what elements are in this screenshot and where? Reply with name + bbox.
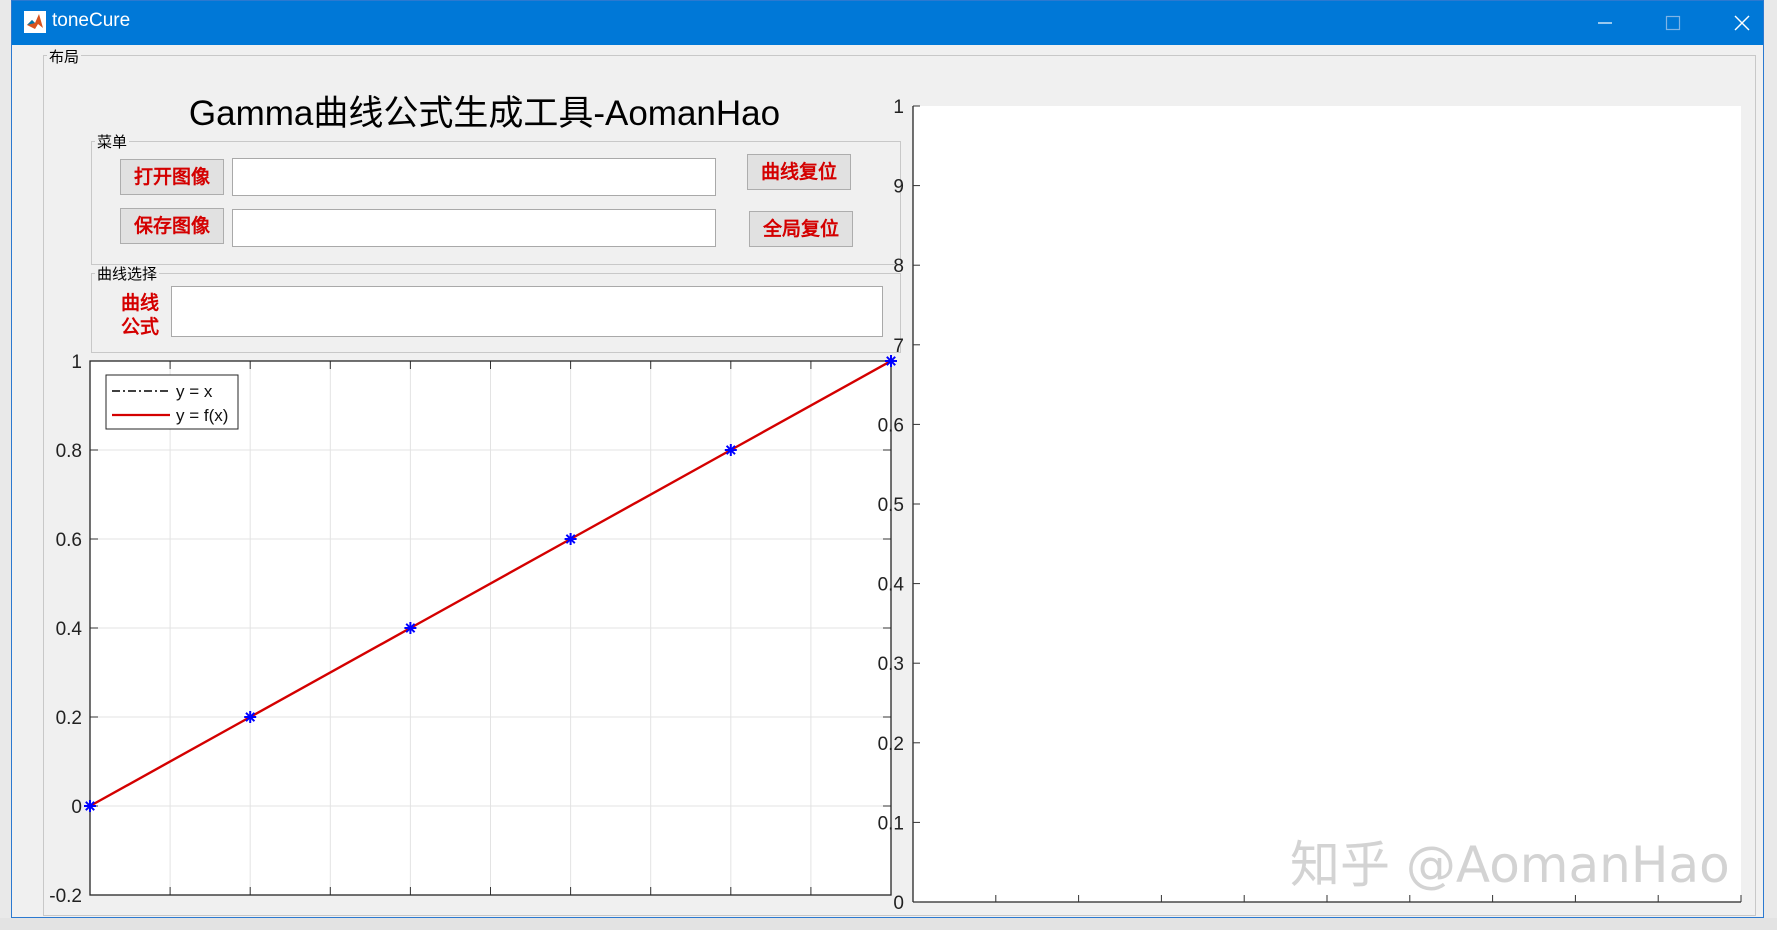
menu-panel-label: 菜单 [95,133,130,151]
save-image-button[interactable]: 保存图像 [120,208,224,244]
formula-input[interactable] [171,286,883,337]
formula-label-line1: 曲线 [120,292,159,314]
close-button[interactable] [1707,1,1777,45]
watermark: 知乎 @AomanHao [1290,836,1730,894]
background-taskbar-edge [0,918,1777,930]
global-reset-button[interactable]: 全局复位 [749,211,853,247]
save-path-field[interactable] [232,209,716,247]
close-icon [1734,15,1750,31]
window-title: toneCure [52,10,131,31]
app-window: toneCure 布局 Gamma曲线公式生成工具-AomanHao 菜单 打开… [11,0,1764,918]
app-title: Gamma曲线公式生成工具-AomanHao [188,94,781,133]
minimize-button[interactable] [1570,1,1640,45]
minimize-icon [1598,22,1612,24]
maximize-icon [1665,15,1681,31]
matlab-icon [24,11,46,33]
formula-label-line2: 公式 [120,316,159,338]
title-bar[interactable]: toneCure [12,1,1763,45]
open-path-field[interactable] [232,158,716,196]
maximize-button[interactable] [1638,1,1708,45]
formula-label: 曲线 公式 [112,291,168,339]
curve-reset-button[interactable]: 曲线复位 [747,154,851,190]
layout-panel-label: 布局 [47,48,82,66]
curve-select-panel-label: 曲线选择 [95,265,160,283]
background-window-edge-right [1764,0,1777,930]
open-image-button[interactable]: 打开图像 [120,159,224,195]
